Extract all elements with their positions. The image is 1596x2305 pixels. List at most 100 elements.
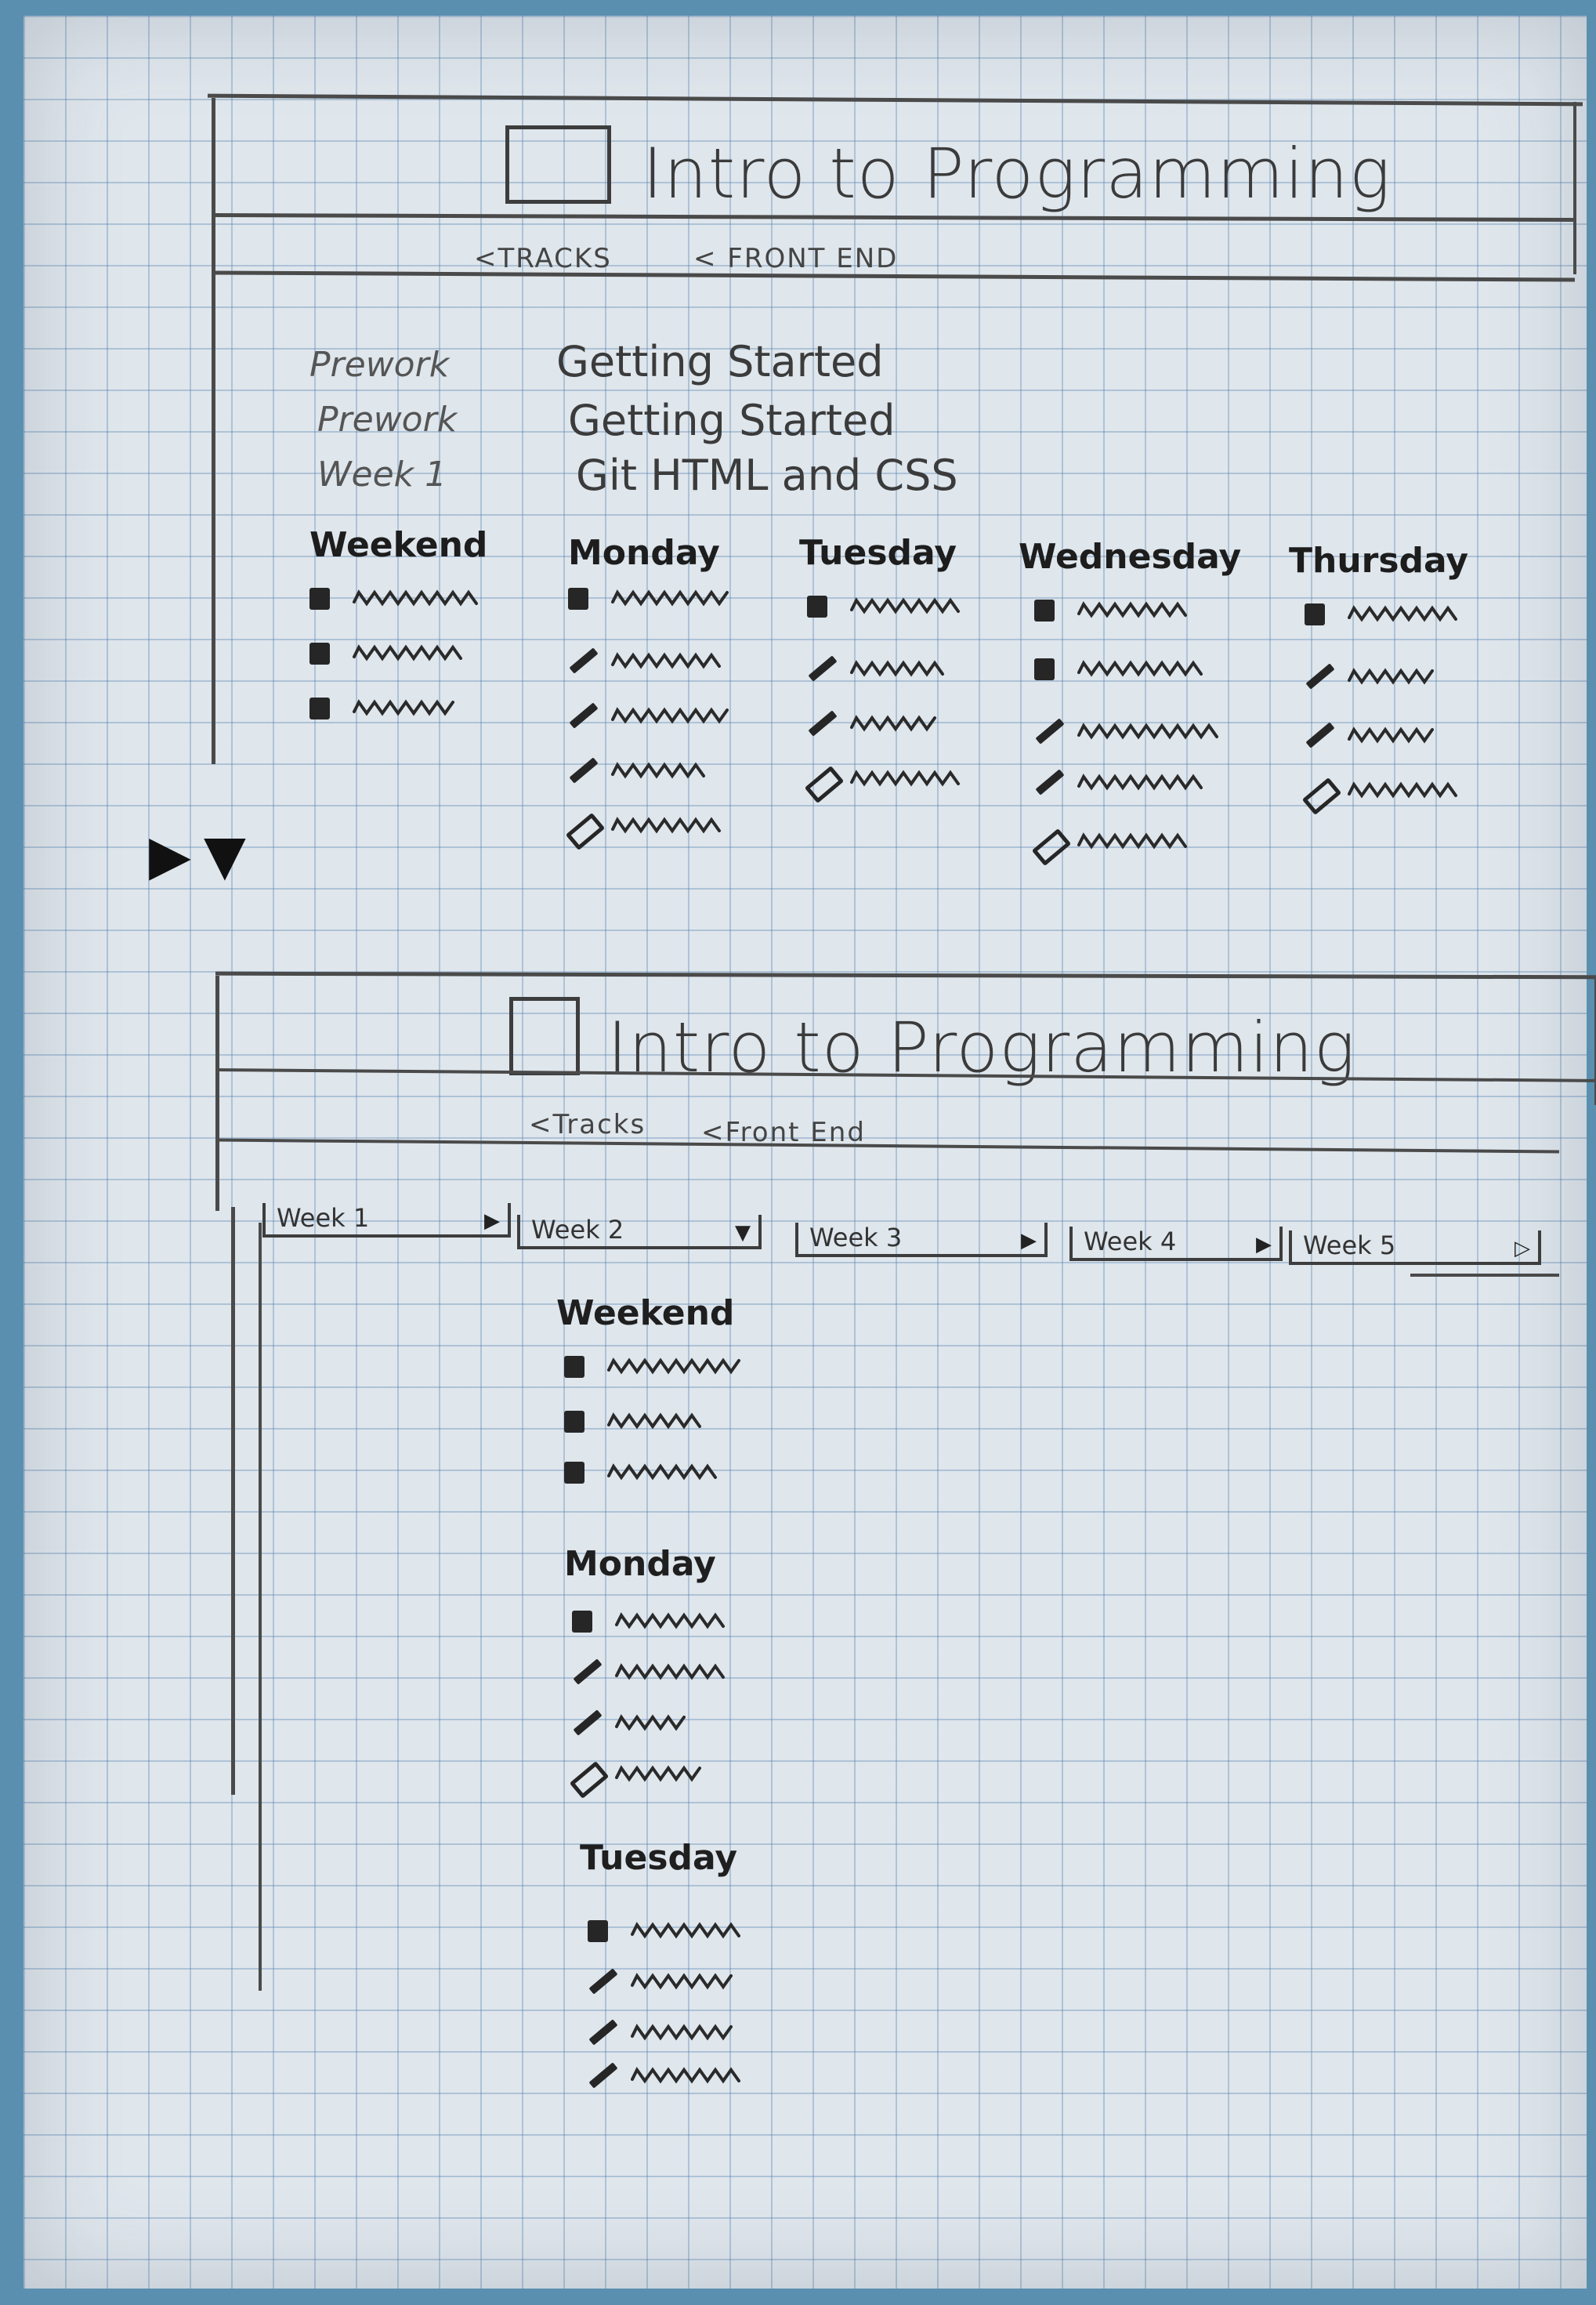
lesson-link[interactable]: [1077, 658, 1211, 677]
wf1-top-border: [208, 93, 1583, 107]
video-icon: [1305, 603, 1325, 625]
wf1-row-value[interactable]: Getting Started: [556, 337, 884, 386]
pencil-icon: [808, 710, 838, 737]
pencil-icon: [588, 2062, 618, 2089]
wf2-breadcrumb-tracks[interactable]: <Tracks: [529, 1109, 646, 1140]
video-icon: [309, 698, 330, 719]
wf1-row-value[interactable]: Git HTML and CSS: [576, 451, 958, 500]
wf1-row-label: Week 1: [317, 455, 447, 495]
pencil-icon: [573, 1658, 603, 1685]
wf2-day-heading: Weekend: [556, 1293, 735, 1333]
lesson-link[interactable]: [611, 651, 729, 669]
wf1-row-label: Prework: [309, 345, 450, 385]
pencil-icon: [1035, 718, 1065, 745]
lesson-link[interactable]: [615, 1763, 709, 1782]
video-icon: [807, 596, 827, 618]
pencil-icon: [573, 1709, 603, 1736]
lesson-link[interactable]: [611, 760, 713, 779]
link-icon: [569, 1760, 610, 1799]
lesson-link[interactable]: [850, 658, 952, 677]
notebook-page: Intro to Programming <TRACKS < FRONT END…: [24, 16, 1596, 2289]
wf2-content-top-divider: [1410, 1274, 1559, 1277]
pencil-icon: [588, 2019, 618, 2046]
lesson-link[interactable]: [1348, 666, 1442, 685]
dropdown-arrow-icon: ▶: [484, 1209, 500, 1233]
lesson-link[interactable]: [1348, 725, 1442, 744]
lesson-link[interactable]: [1348, 780, 1465, 799]
lesson-link[interactable]: [607, 1462, 725, 1480]
lesson-link[interactable]: [631, 1971, 740, 1990]
link-icon: [804, 765, 845, 804]
lesson-link[interactable]: [1077, 600, 1195, 618]
lesson-link[interactable]: [1348, 603, 1465, 622]
wf1-row-label: Prework: [317, 400, 458, 440]
video-icon: [1034, 600, 1055, 622]
lesson-link[interactable]: [850, 596, 968, 614]
video-icon: [564, 1411, 584, 1433]
lesson-link[interactable]: [1077, 772, 1211, 791]
lesson-link[interactable]: [1077, 831, 1195, 850]
wf1-day-heading: Tuesday: [799, 533, 957, 573]
video-icon: [564, 1462, 584, 1484]
lesson-link[interactable]: [1077, 721, 1226, 740]
week-tab[interactable]: Week 2 ▼: [517, 1215, 762, 1249]
wf1-left-border: [212, 98, 215, 764]
lesson-link[interactable]: [611, 705, 736, 724]
lesson-link[interactable]: [353, 643, 470, 661]
week-tab[interactable]: Week 4 ▶: [1069, 1227, 1283, 1261]
link-icon: [1031, 828, 1072, 867]
lesson-link[interactable]: [631, 2065, 748, 2084]
wf1-day-heading: Wednesday: [1019, 537, 1242, 577]
pencil-icon: [1305, 722, 1335, 748]
pencil-icon: [569, 757, 599, 784]
lesson-link[interactable]: [607, 1356, 748, 1375]
video-icon: [564, 1356, 584, 1378]
wf1-logo-placeholder[interactable]: [505, 125, 611, 204]
wf1-row-value[interactable]: Getting Started: [568, 396, 896, 445]
lesson-link[interactable]: [615, 1662, 733, 1680]
wf1-header-divider: [215, 212, 1576, 223]
week-tab-label: Week 3: [809, 1223, 903, 1252]
pencil-icon: [588, 1968, 618, 1995]
wf1-breadcrumb-front-end[interactable]: < FRONT END: [693, 243, 898, 274]
pencil-icon: [569, 647, 599, 674]
week-tab[interactable]: Week 1 ▶: [262, 1203, 511, 1238]
wf1-day-heading: Monday: [568, 533, 720, 573]
video-icon: [572, 1611, 592, 1633]
lesson-link[interactable]: [615, 1611, 733, 1629]
dropdown-arrow-icon: ▷: [1515, 1237, 1530, 1260]
wf2-left-border: [215, 976, 219, 1211]
lesson-link[interactable]: [631, 2022, 740, 2041]
wf1-page-title: Intro to Programming: [642, 133, 1392, 214]
dropdown-arrow-icon: ▶: [1021, 1229, 1037, 1252]
collapse-arrow-icon[interactable]: ▶: [149, 823, 191, 887]
lesson-link[interactable]: [353, 698, 462, 716]
video-icon: [568, 588, 588, 610]
wf1-day-heading: Weekend: [309, 525, 488, 565]
lesson-link[interactable]: [631, 1920, 748, 1939]
lesson-link[interactable]: [850, 713, 944, 732]
expand-arrow-icon[interactable]: ▼: [204, 823, 246, 887]
video-icon: [309, 643, 330, 665]
wf1-day-heading: Thursday: [1289, 541, 1469, 581]
lesson-link[interactable]: [850, 768, 968, 787]
week-tab-label: Week 5: [1303, 1230, 1396, 1260]
pencil-icon: [1305, 663, 1335, 690]
wf2-logo-placeholder[interactable]: [509, 997, 580, 1075]
wf2-day-heading: Tuesday: [580, 1838, 738, 1878]
week-tab[interactable]: Week 5 ▷: [1289, 1230, 1541, 1265]
lesson-link[interactable]: [615, 1712, 693, 1731]
wf1-breadcrumb-tracks[interactable]: <TRACKS: [474, 243, 612, 274]
link-icon: [1301, 777, 1342, 816]
lesson-link[interactable]: [607, 1411, 709, 1430]
lesson-link[interactable]: [353, 588, 486, 607]
video-icon: [309, 588, 330, 610]
week-tab[interactable]: Week 3 ▶: [795, 1223, 1048, 1257]
lesson-link[interactable]: [611, 588, 736, 607]
wf2-content-left-border: [231, 1207, 235, 1795]
wf2-nav-divider: [215, 1138, 1559, 1154]
lesson-link[interactable]: [611, 815, 729, 834]
week-tab-label: Week 1: [277, 1203, 370, 1233]
wf2-top-border: [215, 971, 1596, 980]
wf2-day-heading: Monday: [564, 1544, 716, 1584]
